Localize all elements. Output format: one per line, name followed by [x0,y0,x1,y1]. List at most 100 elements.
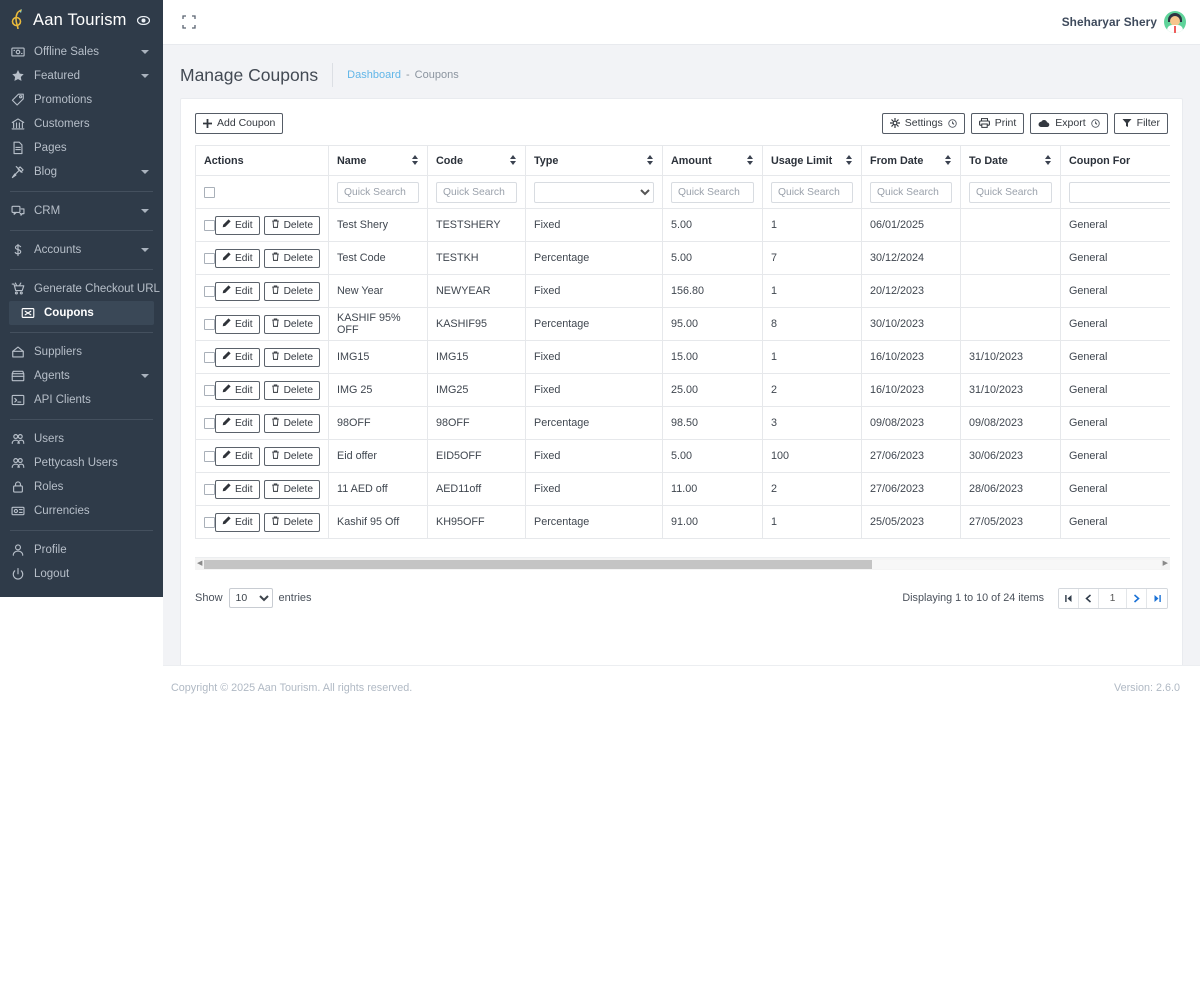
sort-icon[interactable] [510,154,516,165]
row-select-checkbox[interactable] [204,384,215,396]
prev-page-icon[interactable] [1079,588,1099,608]
column-header-amount[interactable]: Amount [662,145,763,176]
edit-button[interactable]: Edit [215,446,260,466]
sidebar-item-api-clients[interactable]: API Clients [0,388,163,412]
breadcrumb-dashboard[interactable]: Dashboard [347,69,401,81]
delete-button[interactable]: Delete [263,479,321,499]
row-select-checkbox[interactable] [204,516,215,528]
quick-search-input[interactable] [337,181,419,203]
select-all-checkbox[interactable] [204,186,215,198]
sidebar-item-users[interactable]: Users [0,427,163,451]
edit-button[interactable]: Edit [215,413,260,433]
sidebar-item-agents[interactable]: Agents [0,364,163,388]
page-size-select[interactable]: 102550100 [228,588,273,608]
sidebar-item-crm[interactable]: CRM [0,199,163,223]
coupon-for-filter-input[interactable] [1069,181,1170,203]
row-select-checkbox[interactable] [204,219,215,231]
column-header-code[interactable]: Code [427,145,526,176]
sidebar-item-blog[interactable]: Blog [0,160,163,184]
row-select-checkbox[interactable] [204,417,215,429]
chevron-down-icon[interactable] [141,50,149,54]
fullscreen-icon[interactable] [181,14,197,30]
sidebar-item-offline-sales[interactable]: Offline Sales [0,40,163,64]
sidebar-item-generate-checkout-url[interactable]: Generate Checkout URL [0,277,163,301]
row-select-checkbox[interactable] [204,285,215,297]
sidebar-item-accounts[interactable]: Accounts [0,238,163,262]
edit-button[interactable]: Edit [215,314,260,334]
sidebar-item-featured[interactable]: Featured [0,64,163,88]
brand[interactable]: Aan Tourism [0,0,163,40]
sort-icon[interactable] [747,154,753,165]
row-select-checkbox[interactable] [204,450,215,462]
column-header-usage-limit[interactable]: Usage Limit [762,145,862,176]
user-menu[interactable]: Sheharyar Shery [1062,11,1186,33]
sidebar-item-profile[interactable]: Profile [0,538,163,562]
sidebar-item-customers[interactable]: Customers [0,112,163,136]
quick-search-input[interactable] [870,181,952,203]
chevron-down-icon[interactable] [141,170,149,174]
sidebar-item-pettycash-users[interactable]: Pettycash Users [0,451,163,475]
edit-button[interactable]: Edit [215,281,260,301]
sidebar-item-promotions[interactable]: Promotions [0,88,163,112]
sidebar-item-suppliers[interactable]: Suppliers [0,340,163,364]
sort-icon[interactable] [945,154,951,165]
quick-search-input[interactable] [969,181,1052,203]
delete-button[interactable]: Delete [263,512,321,532]
first-page-icon[interactable] [1059,588,1079,608]
row-select-checkbox[interactable] [204,351,215,363]
filter-button[interactable]: Filter [1113,112,1168,134]
row-select-checkbox[interactable] [204,483,215,495]
eye-icon[interactable] [136,15,150,25]
settings-button[interactable]: Settings [881,112,965,134]
column-header-from-date[interactable]: From Date [861,145,961,176]
edit-button[interactable]: Edit [215,215,260,235]
quick-search-input[interactable] [771,181,853,203]
row-select-checkbox[interactable] [204,252,215,264]
column-header-type[interactable]: Type [525,145,663,176]
next-page-icon[interactable] [1127,588,1147,608]
column-header-to-date[interactable]: To Date [960,145,1061,176]
horizontal-scrollbar[interactable]: ◀ ▶ [195,557,1170,570]
delete-button[interactable]: Delete [263,446,321,466]
page-number-input[interactable] [1099,588,1127,608]
scrollbar-thumb[interactable] [204,560,872,569]
chevron-down-icon[interactable] [141,374,149,378]
last-page-icon[interactable] [1147,588,1167,608]
sort-icon[interactable] [1045,154,1051,165]
sidebar-item-label: CRM [34,205,61,217]
type-filter-select[interactable] [534,181,654,203]
delete-button[interactable]: Delete [263,347,321,367]
print-button[interactable]: Print [970,112,1025,134]
row-select-checkbox[interactable] [204,318,215,330]
sidebar-item-pages[interactable]: Pages [0,136,163,160]
sort-icon[interactable] [846,154,852,165]
sidebar-item-roles[interactable]: Roles [0,475,163,499]
avatar-icon[interactable] [1164,11,1186,33]
edit-button[interactable]: Edit [215,347,260,367]
scroll-right-arrow-icon[interactable]: ▶ [1163,559,1168,567]
sort-icon[interactable] [412,154,418,165]
delete-button[interactable]: Delete [263,413,321,433]
sidebar-item-logout[interactable]: Logout [0,562,163,586]
quick-search-input[interactable] [671,181,754,203]
export-button[interactable]: Export [1030,112,1108,134]
delete-button[interactable]: Delete [263,215,321,235]
chevron-down-icon[interactable] [141,209,149,213]
delete-button[interactable]: Delete [263,380,321,400]
edit-button[interactable]: Edit [215,512,260,532]
sidebar-item-coupons[interactable]: Coupons [9,301,154,325]
sidebar-item-currencies[interactable]: Currencies [0,499,163,523]
sort-icon[interactable] [647,154,653,165]
edit-button[interactable]: Edit [215,380,260,400]
delete-button[interactable]: Delete [263,248,321,268]
add-coupon-button[interactable]: Add Coupon [195,112,284,134]
quick-search-input[interactable] [436,181,517,203]
delete-button[interactable]: Delete [263,281,321,301]
scroll-left-arrow-icon[interactable]: ◀ [197,559,202,567]
delete-button[interactable]: Delete [263,314,321,334]
column-header-name[interactable]: Name [328,145,428,176]
chevron-down-icon[interactable] [141,248,149,252]
edit-button[interactable]: Edit [215,248,260,268]
edit-button[interactable]: Edit [215,479,260,499]
chevron-down-icon[interactable] [141,74,149,78]
